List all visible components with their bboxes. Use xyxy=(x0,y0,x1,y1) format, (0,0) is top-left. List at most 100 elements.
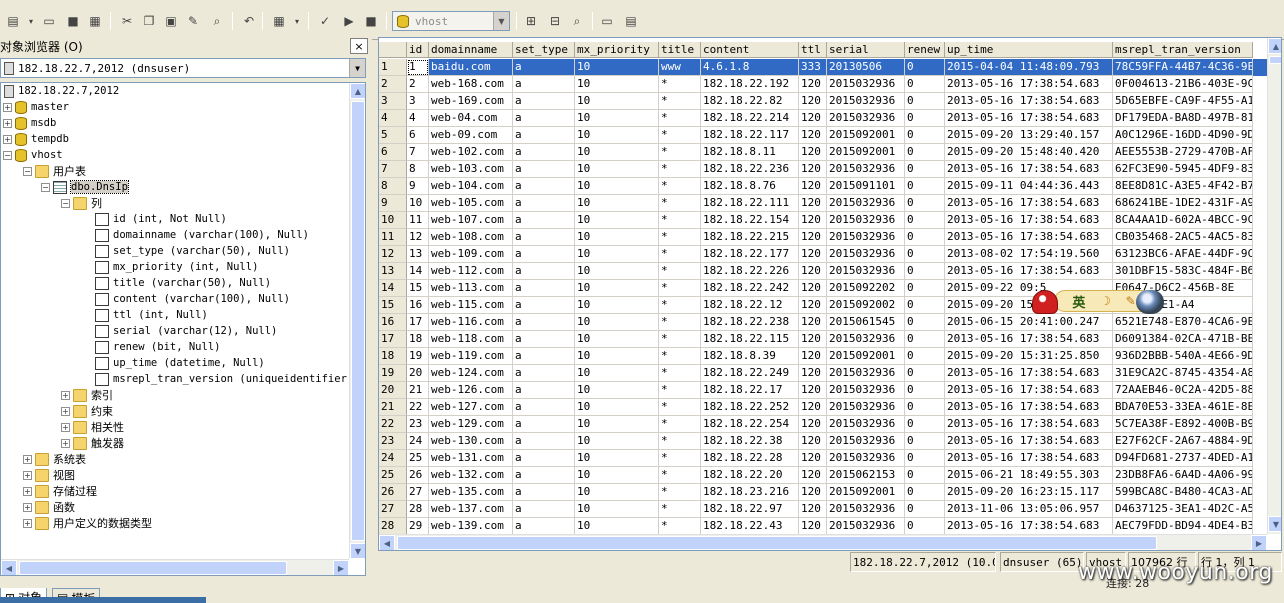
grid-cell[interactable]: 8EE8D81C-A3E5-4F42-B7 xyxy=(1113,178,1253,195)
chevron-down-icon[interactable]: ▼ xyxy=(493,12,509,30)
grid-cell[interactable]: 13 xyxy=(407,246,429,263)
grid-cell[interactable]: 0 xyxy=(905,467,945,484)
grid-cell[interactable]: 0 xyxy=(905,348,945,365)
grid-horizontal-scrollbar[interactable]: ◀ ▶ xyxy=(379,534,1267,550)
grid-cell[interactable]: baidu.com xyxy=(429,59,513,76)
row-header[interactable]: 16 xyxy=(379,314,407,331)
grid-cell[interactable]: 0 xyxy=(905,297,945,314)
grid-cell[interactable]: 0 xyxy=(905,365,945,382)
grid-cell[interactable]: * xyxy=(659,484,701,501)
grid-cell[interactable]: 182.18.22.12 xyxy=(701,297,799,314)
table-row[interactable]: 2 2 web-168.com a 10 * 182.18.22.192 120 2015032… xyxy=(379,76,1267,93)
grid-cell[interactable]: 333 xyxy=(799,59,827,76)
grid-cell[interactable]: 120 xyxy=(799,110,827,127)
grid-cell[interactable]: 10 xyxy=(575,76,659,93)
expand-icon[interactable]: + xyxy=(61,422,70,432)
grid-cell[interactable]: web-118.com xyxy=(429,331,513,348)
grid-cell[interactable]: 936D2BBB-540A-4E66-9D xyxy=(1113,348,1253,365)
undo-icon[interactable]: ↶ xyxy=(240,12,258,30)
grid-cell[interactable]: * xyxy=(659,433,701,450)
cut-icon[interactable]: ✂ xyxy=(118,12,136,30)
save-icon[interactable]: ■ xyxy=(64,12,82,30)
tree-node-db-master[interactable]: + master xyxy=(3,99,69,115)
grid-cell[interactable]: 120 xyxy=(799,297,827,314)
grid-cell[interactable]: 2015-09-20 15:48:40.420 xyxy=(945,144,1113,161)
grid-cell[interactable]: a xyxy=(513,416,575,433)
grid-cell[interactable]: 599BCA8C-B480-4CA3-AD xyxy=(1113,484,1253,501)
grid-cell[interactable]: 2015091101 xyxy=(827,178,905,195)
row-header[interactable]: 10 xyxy=(379,212,407,229)
row-header[interactable]: 27 xyxy=(379,501,407,518)
column-header-ttl[interactable]: ttl xyxy=(799,42,827,58)
grid-cell[interactable]: 10 xyxy=(575,229,659,246)
collapse-icon[interactable]: − xyxy=(3,150,12,160)
object-browser-icon[interactable]: ⊟ xyxy=(546,12,564,30)
new-query-icon[interactable]: ▤ xyxy=(4,12,22,30)
table-row[interactable]: 17 18 web-118.com a 10 * 182.18.22.115 120 20150… xyxy=(379,331,1267,348)
grid-cell[interactable]: a xyxy=(513,246,575,263)
grid-cell[interactable]: 182.18.22.28 xyxy=(701,450,799,467)
grid-cell[interactable]: 10 xyxy=(575,365,659,382)
ime-toolbar[interactable]: 英 ☽ ✎ xyxy=(1032,286,1166,316)
grid-cell[interactable]: 120 xyxy=(799,416,827,433)
grid-cell[interactable]: 10 xyxy=(575,314,659,331)
grid-cell[interactable]: web-168.com xyxy=(429,76,513,93)
grid-cell[interactable]: 2013-05-16 17:38:54.683 xyxy=(945,212,1113,229)
scroll-thumb[interactable] xyxy=(1269,56,1281,64)
new-query-dropdown-icon[interactable]: ▾ xyxy=(22,12,40,30)
grid-cell[interactable]: web-131.com xyxy=(429,450,513,467)
grid-cell[interactable]: 8 xyxy=(407,161,429,178)
grid-cell[interactable]: 182.18.22.192 xyxy=(701,76,799,93)
grid-cell[interactable]: 2013-05-16 17:38:54.683 xyxy=(945,433,1113,450)
scroll-up-icon[interactable]: ▲ xyxy=(1268,38,1281,54)
grid-cell[interactable]: 62FC3E90-5945-4DF9-83 xyxy=(1113,161,1253,178)
grid-cell[interactable]: 0 xyxy=(905,433,945,450)
grid-cell[interactable]: a xyxy=(513,450,575,467)
grid-cell[interactable]: 2013-05-16 17:38:54.683 xyxy=(945,365,1113,382)
grid-cell[interactable]: 182.18.22.111 xyxy=(701,195,799,212)
grid-cell[interactable]: * xyxy=(659,144,701,161)
grid-cell[interactable]: * xyxy=(659,348,701,365)
collapse-icon[interactable]: − xyxy=(23,166,32,176)
grid-cell[interactable]: 2013-05-16 17:38:54.683 xyxy=(945,518,1113,535)
grid-cell[interactable]: 120 xyxy=(799,399,827,416)
grid-cell[interactable]: 28 xyxy=(407,501,429,518)
collapse-icon[interactable]: − xyxy=(61,198,70,208)
row-header[interactable]: 7 xyxy=(379,161,407,178)
grid-cell[interactable]: 0 xyxy=(905,314,945,331)
results-dropdown-icon[interactable]: ▾ xyxy=(288,12,306,30)
grid-cell[interactable]: a xyxy=(513,93,575,110)
grid-cell[interactable]: web-169.com xyxy=(429,93,513,110)
grid-cell[interactable]: 182.18.22.226 xyxy=(701,263,799,280)
grid-cell[interactable]: web-129.com xyxy=(429,416,513,433)
expand-icon[interactable]: + xyxy=(23,454,32,464)
grid-cell[interactable]: 0 xyxy=(905,178,945,195)
grid-cell[interactable]: 20 xyxy=(407,365,429,382)
grid-cell[interactable]: * xyxy=(659,161,701,178)
grid-cell[interactable]: 29 xyxy=(407,518,429,535)
table-row[interactable]: 7 8 web-103.com a 10 * 182.18.22.236 120 2015032… xyxy=(379,161,1267,178)
expand-icon[interactable]: + xyxy=(23,502,32,512)
grid-cell[interactable]: 8CA4AA1D-602A-4BCC-9C xyxy=(1113,212,1253,229)
grid-cell[interactable]: * xyxy=(659,246,701,263)
database-select[interactable]: vhost ▼ xyxy=(392,11,510,31)
wrench-icon[interactable]: ✎ xyxy=(1126,294,1136,308)
grid-cell[interactable]: web-112.com xyxy=(429,263,513,280)
grid-cell[interactable]: 2013-05-16 17:38:54.683 xyxy=(945,399,1113,416)
check-icon[interactable]: ✓ xyxy=(316,12,334,30)
grid-cell[interactable]: 2015092001 xyxy=(827,484,905,501)
grid-cell[interactable]: 2013-05-16 17:38:54.683 xyxy=(945,416,1113,433)
tree-node-db-tempdb[interactable]: + tempdb xyxy=(3,131,69,147)
grid-cell[interactable]: 4 xyxy=(407,110,429,127)
grid-cell[interactable]: 2 xyxy=(407,76,429,93)
grid-cell[interactable]: 5C7EA38F-E892-400B-B9 xyxy=(1113,416,1253,433)
grid-cell[interactable]: a xyxy=(513,518,575,535)
grid-cell[interactable]: 10 xyxy=(575,484,659,501)
grid-cell[interactable]: 120 xyxy=(799,144,827,161)
grid-cell[interactable]: 10 xyxy=(575,280,659,297)
grid-cell[interactable]: * xyxy=(659,399,701,416)
grid-cell[interactable]: 25 xyxy=(407,450,429,467)
grid-cell[interactable]: 182.18.22.115 xyxy=(701,331,799,348)
grid-cell[interactable]: 120 xyxy=(799,93,827,110)
tree-node-triggers[interactable]: + 触发器 xyxy=(61,435,124,451)
